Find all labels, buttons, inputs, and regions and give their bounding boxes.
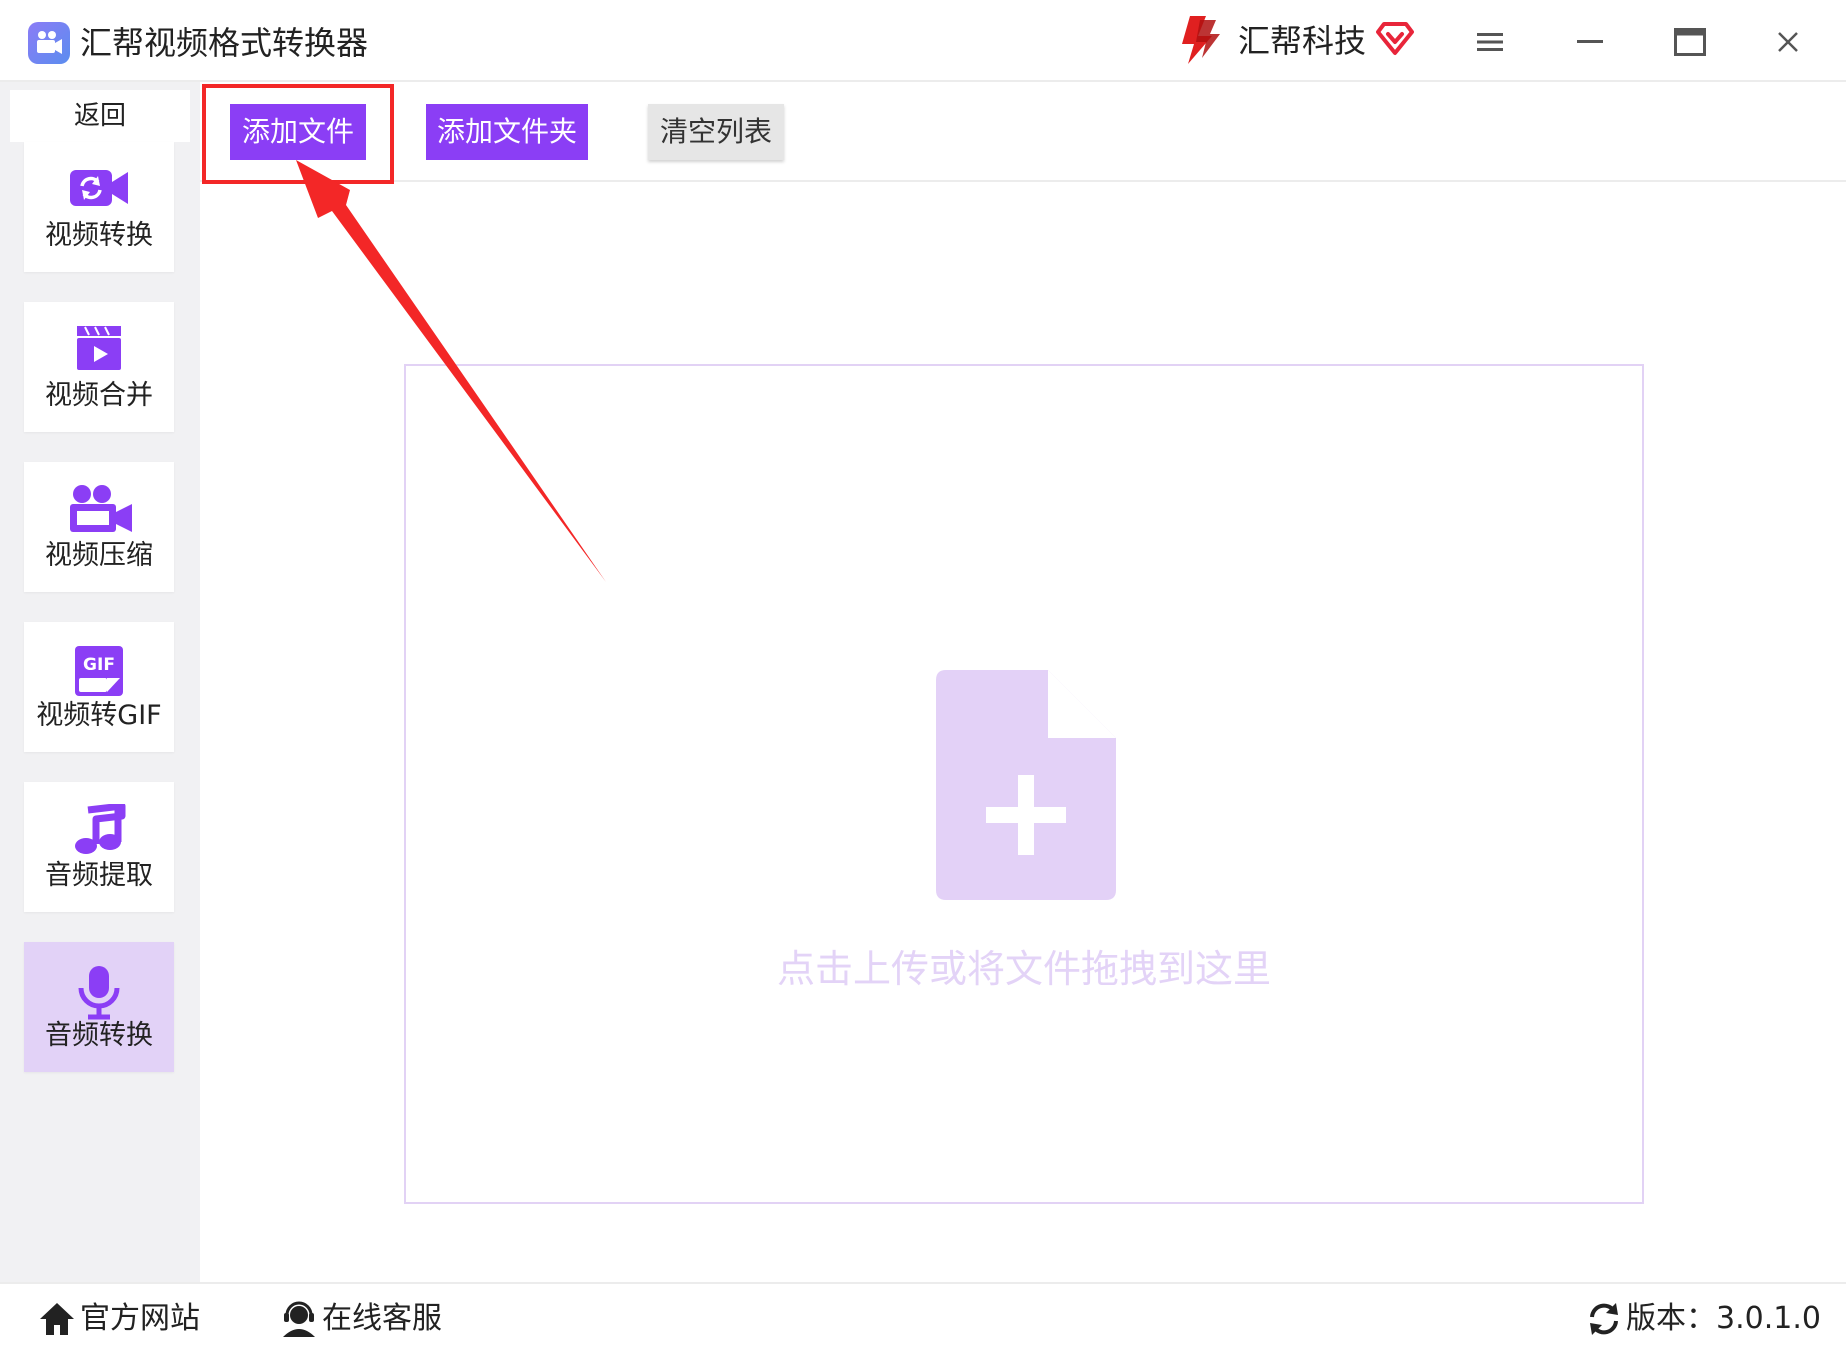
microphone-icon (78, 966, 120, 1020)
official-website-link[interactable]: 官方网站 (38, 1296, 200, 1342)
add-file-icon (936, 670, 1116, 900)
clear-list-button[interactable]: 清空列表 (648, 104, 784, 160)
sidebar-item-video-to-gif[interactable]: GIF 视频转GIF (24, 622, 174, 752)
minimize-icon[interactable] (1565, 18, 1615, 66)
sidebar-item-label: 视频合并 (45, 380, 153, 411)
svg-text:GIF: GIF (83, 655, 115, 675)
add-folder-button[interactable]: 添加文件夹 (426, 104, 588, 160)
menu-icon[interactable] (1465, 18, 1515, 66)
brand-logo-icon (1182, 16, 1220, 64)
app-window: 汇帮视频格式转换器 汇帮科技 返回 视频转换 视频合并 视频压缩 GIF 视频转… (0, 0, 1846, 1352)
brand-name: 汇帮科技 (1238, 22, 1367, 60)
sidebar-item-label: 视频转GIF (36, 700, 162, 731)
vip-diamond-icon[interactable] (1376, 20, 1414, 56)
home-icon (40, 1303, 74, 1335)
gif-icon: GIF (75, 646, 123, 696)
close-icon[interactable] (1763, 18, 1813, 66)
video-merge-icon (77, 326, 121, 370)
video-compress-icon (70, 485, 132, 532)
sidebar-item-audio-convert[interactable]: 音频转换 (24, 942, 174, 1072)
app-title: 汇帮视频格式转换器 (80, 24, 369, 62)
add-file-button[interactable]: 添加文件 (230, 104, 366, 160)
customer-service-icon (283, 1301, 315, 1337)
sidebar-item-label: 音频转换 (45, 1020, 153, 1051)
sidebar-item-label: 音频提取 (45, 860, 153, 891)
version-label: 版本：3.0.1.0 (1626, 1301, 1821, 1336)
sidebar-item-video-convert[interactable]: 视频转换 (24, 142, 174, 272)
toolbar-divider (200, 180, 1846, 182)
maximize-icon[interactable] (1665, 18, 1715, 66)
sidebar: 返回 视频转换 视频合并 视频压缩 GIF 视频转GIF 音频提取 音频转换 (0, 82, 200, 1282)
music-note-icon (75, 804, 126, 854)
app-logo-icon (28, 22, 70, 64)
file-drop-zone[interactable]: 点击上传或将文件拖拽到这里 (404, 364, 1644, 1204)
sidebar-item-label: 视频转换 (45, 220, 153, 251)
back-button[interactable]: 返回 (10, 90, 190, 142)
sidebar-item-video-merge[interactable]: 视频合并 (24, 302, 174, 432)
online-service-label: 在线客服 (322, 1301, 442, 1336)
sidebar-item-label: 视频压缩 (45, 540, 153, 571)
sidebar-item-video-compress[interactable]: 视频压缩 (24, 462, 174, 592)
online-service-link[interactable]: 在线客服 (280, 1296, 442, 1342)
video-convert-icon (70, 170, 128, 206)
official-website-label: 官方网站 (80, 1301, 200, 1336)
drop-zone-hint: 点击上传或将文件拖拽到这里 (776, 947, 1271, 991)
version-info[interactable]: 版本：3.0.1.0 (1586, 1296, 1821, 1342)
status-bar: 官方网站 在线客服 版本：3.0.1.0 (0, 1282, 1846, 1352)
sidebar-item-audio-extract[interactable]: 音频提取 (24, 782, 174, 912)
title-bar: 汇帮视频格式转换器 汇帮科技 (0, 0, 1846, 82)
refresh-icon (1590, 1303, 1618, 1335)
